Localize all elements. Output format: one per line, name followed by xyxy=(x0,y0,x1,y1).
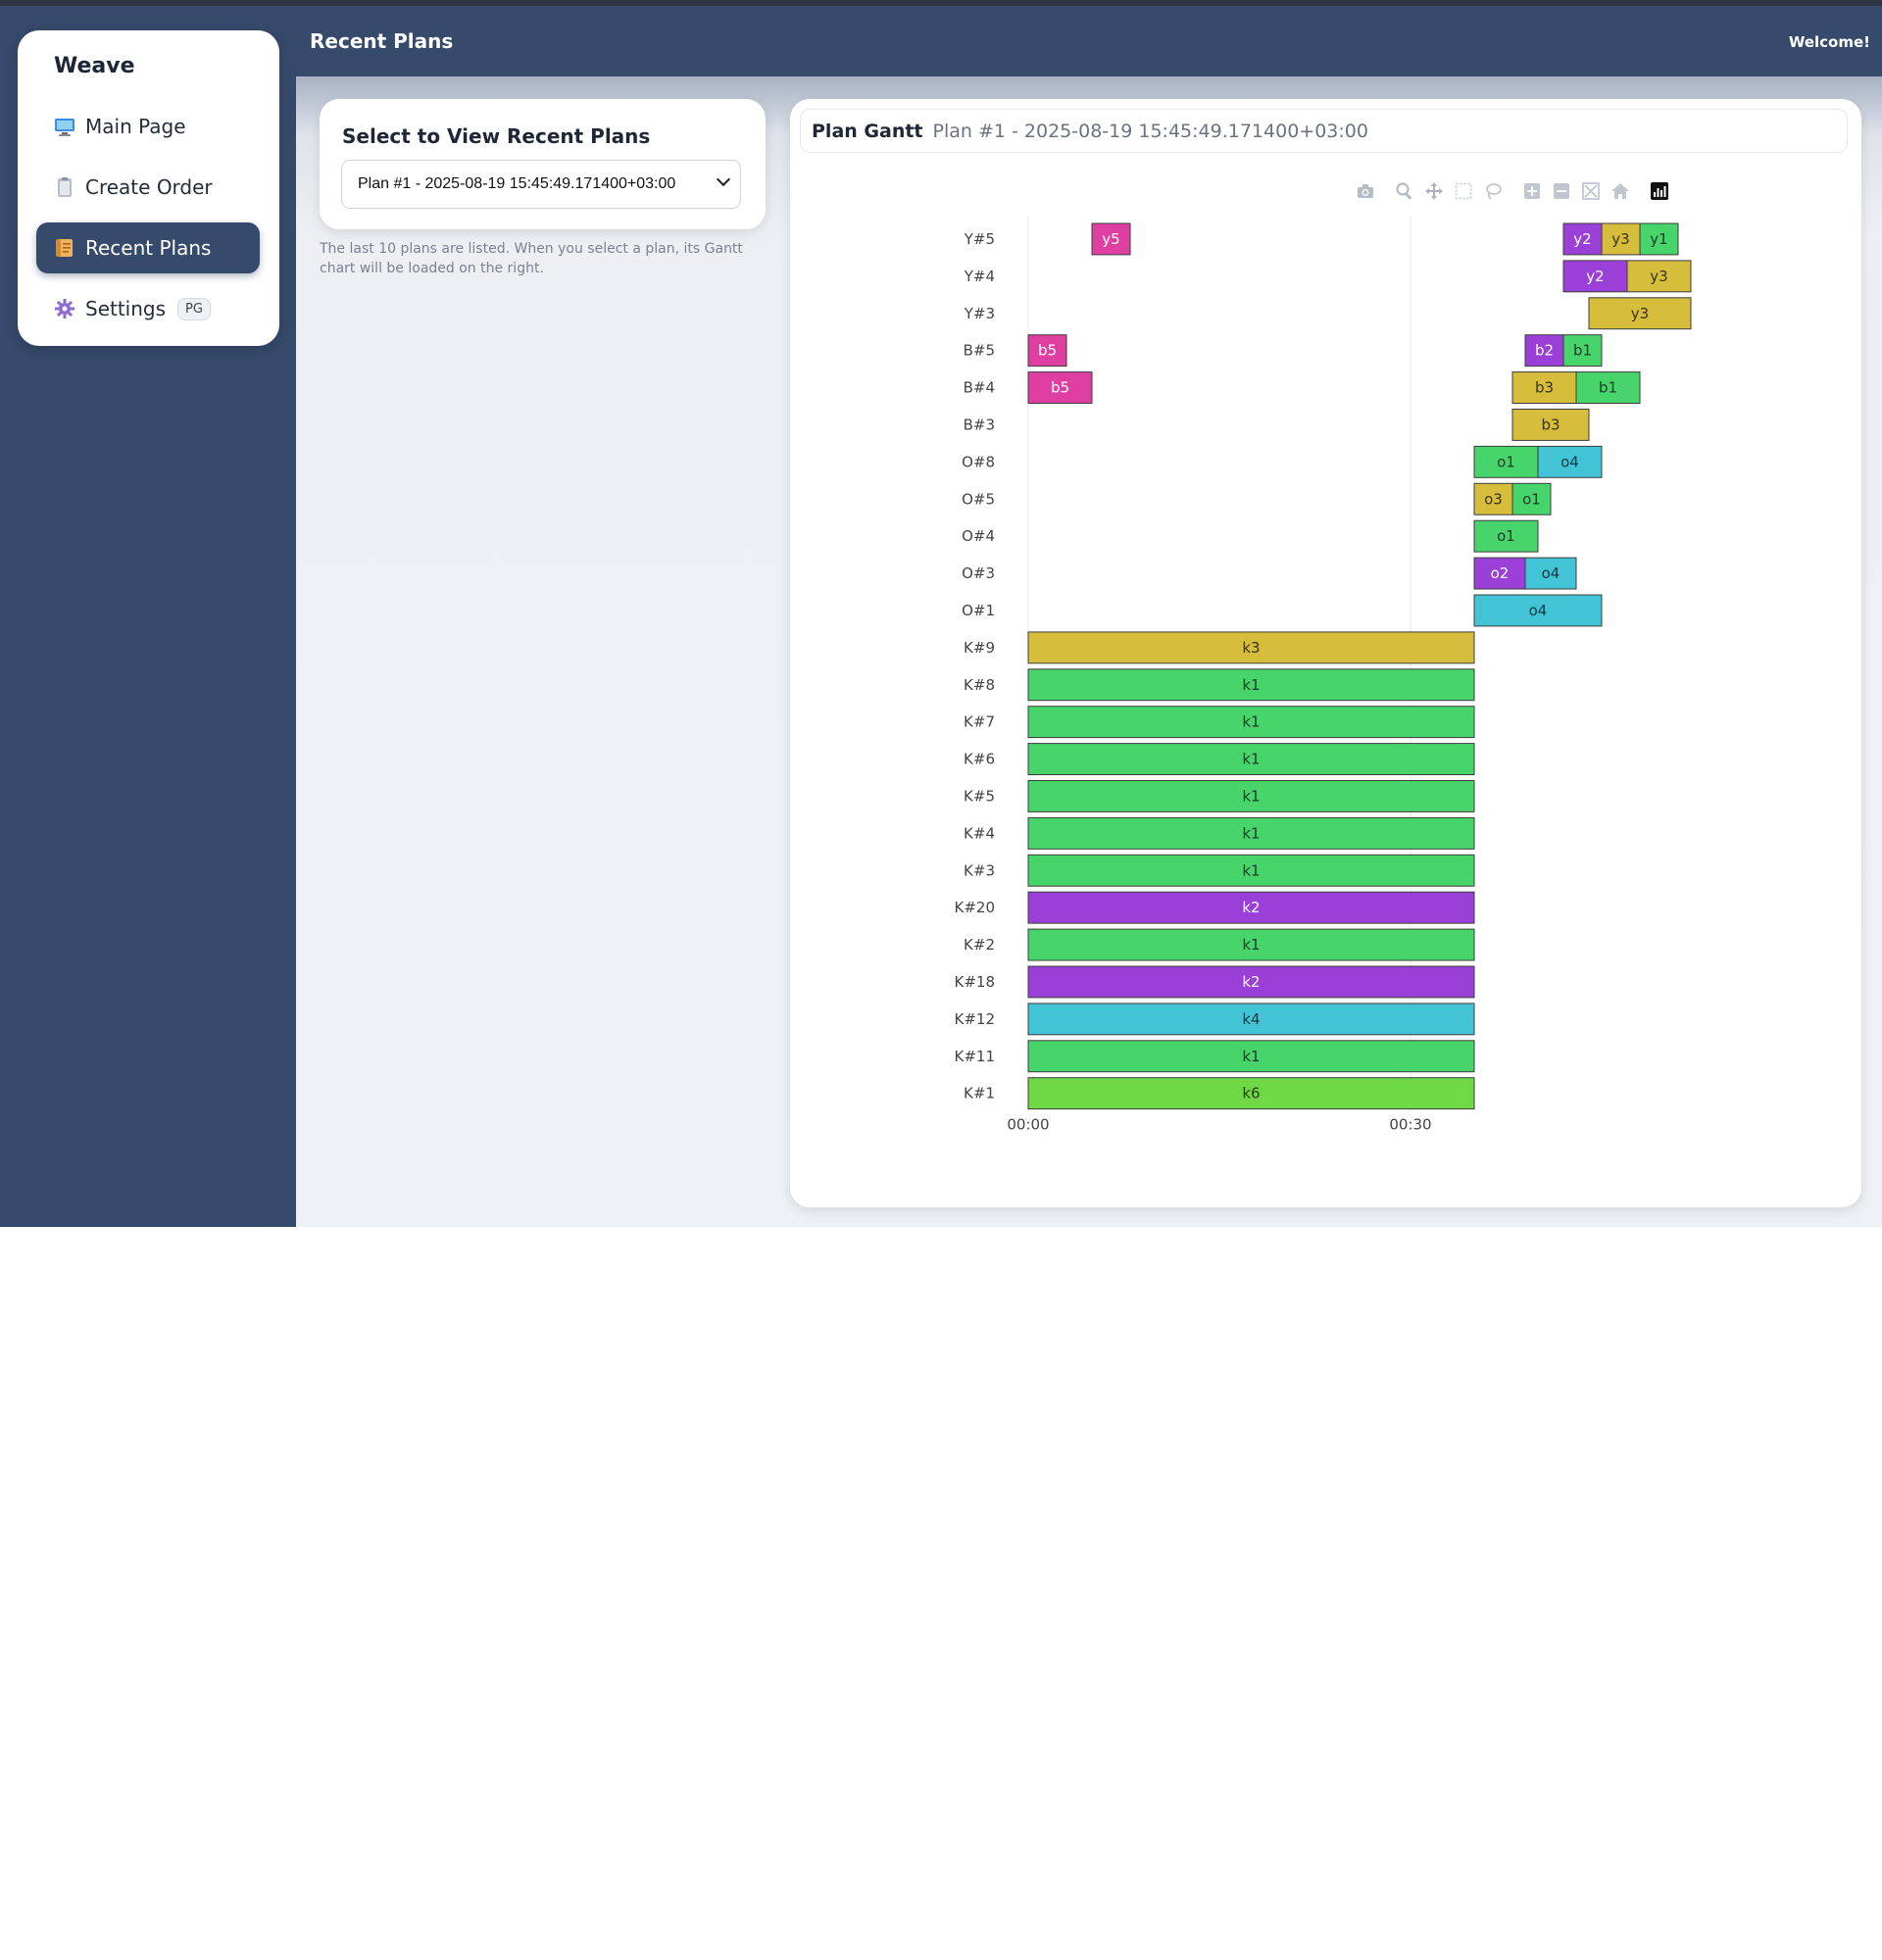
help-text: The last 10 plans are listed. When you s… xyxy=(320,241,743,276)
gantt-bar-label: y3 xyxy=(1611,230,1629,248)
sidebar-item-label: Recent Plans xyxy=(85,236,212,260)
y-tick-label: Y#5 xyxy=(964,230,995,248)
y-tick-label: K#3 xyxy=(964,861,995,879)
gear-icon xyxy=(54,298,75,319)
gantt-bar-label: o4 xyxy=(1560,453,1579,470)
gantt-bar-label: o4 xyxy=(1529,602,1548,619)
chevron-down-icon xyxy=(716,172,731,187)
clipboard-icon xyxy=(54,176,75,198)
gantt-bar-label: o1 xyxy=(1497,453,1515,470)
settings-badge: PG xyxy=(177,297,211,320)
gantt-bar-label: o2 xyxy=(1491,564,1510,582)
gantt-bar-label: b5 xyxy=(1038,342,1057,360)
sidebar: Weave Main Page Create Order Recent Plan… xyxy=(0,6,296,1227)
y-tick-label: Y#4 xyxy=(964,268,995,285)
gantt-chart[interactable]: Y#5 Y#4 Y#3 B#5 B#4 B#3 O#8 O#5 O#4 O#3 O#1 K#9 K#8 K… xyxy=(790,99,1861,1207)
gantt-bar-label: b5 xyxy=(1051,379,1069,397)
gantt-bar-label: y1 xyxy=(1650,230,1667,248)
page-header: Recent Plans Welcome! xyxy=(296,6,1882,76)
y-tick-label: K#18 xyxy=(955,973,996,991)
welcome-text: Welcome! xyxy=(1788,33,1870,51)
sidebar-item-settings[interactable]: Settings PG xyxy=(36,283,260,334)
x-tick-label: 00:30 xyxy=(1389,1116,1431,1134)
nav-card: Weave Main Page Create Order Recent Plan… xyxy=(18,30,279,346)
page-title: Recent Plans xyxy=(310,29,454,53)
gantt-bar-label: y3 xyxy=(1631,305,1649,322)
y-tick-label: K#12 xyxy=(955,1010,996,1028)
gantt-bar-label: k2 xyxy=(1242,899,1260,916)
y-tick-label: K#8 xyxy=(964,676,995,694)
y-tick-label: K#11 xyxy=(955,1048,996,1065)
gantt-bar-label: k1 xyxy=(1242,824,1260,842)
gantt-bar-label: y2 xyxy=(1573,230,1591,248)
gantt-bar-label: k2 xyxy=(1242,973,1260,991)
gantt-bar-label: b3 xyxy=(1541,416,1560,433)
gantt-bar-label: k1 xyxy=(1242,676,1260,694)
gantt-bar-label: b2 xyxy=(1535,342,1554,360)
gantt-bar-label: y3 xyxy=(1650,268,1667,285)
y-tick-label: K#4 xyxy=(964,824,995,842)
y-tick-label: B#3 xyxy=(964,416,995,433)
y-tick-label: O#3 xyxy=(962,564,995,582)
sidebar-item-recent-plans[interactable]: Recent Plans xyxy=(36,222,260,273)
gantt-bar-label: o3 xyxy=(1484,490,1503,508)
gantt-bar-label: o1 xyxy=(1497,527,1515,545)
y-tick-label: K#2 xyxy=(964,936,995,954)
gantt-bar-label: b1 xyxy=(1573,342,1592,360)
gantt-bar-label: k1 xyxy=(1242,936,1260,954)
x-tick-label: 00:00 xyxy=(1007,1116,1049,1134)
gantt-bar-label: k3 xyxy=(1242,639,1260,657)
gantt-bar-label: k1 xyxy=(1242,787,1260,805)
gantt-bar-label: b3 xyxy=(1535,379,1554,397)
y-tick-label: O#8 xyxy=(962,453,995,470)
y-tick-label: K#9 xyxy=(964,639,995,657)
gantt-bar-label: k1 xyxy=(1242,751,1260,768)
y-tick-label: K#1 xyxy=(964,1085,995,1102)
plan-select-card: Select to View Recent Plans Plan #1 - 20… xyxy=(320,99,766,229)
y-tick-label: O#4 xyxy=(962,527,995,545)
sidebar-item-label: Create Order xyxy=(85,175,213,199)
brand-title: Weave xyxy=(54,54,135,78)
plan-select-dropdown[interactable]: Plan #1 - 2025-08-19 15:45:49.171400+03:… xyxy=(341,160,741,209)
sidebar-item-label: Settings xyxy=(85,297,167,320)
gantt-bar-label: k4 xyxy=(1242,1010,1260,1028)
gantt-bar-label: y5 xyxy=(1102,230,1119,248)
gantt-bar-label: k6 xyxy=(1242,1085,1260,1102)
sidebar-item-main-page[interactable]: Main Page xyxy=(36,101,260,152)
y-tick-label: K#5 xyxy=(964,787,995,805)
y-tick-label: O#5 xyxy=(962,490,995,508)
y-tick-label: Y#3 xyxy=(964,305,995,322)
y-tick-label: K#20 xyxy=(955,899,996,916)
plan-select-value: Plan #1 - 2025-08-19 15:45:49.171400+03:… xyxy=(358,175,676,192)
gantt-bar-label: k1 xyxy=(1242,861,1260,879)
y-tick-label: O#1 xyxy=(962,602,995,619)
y-tick-label: K#7 xyxy=(964,713,995,731)
y-tick-label: K#6 xyxy=(964,751,995,768)
sidebar-item-label: Main Page xyxy=(85,115,186,138)
gantt-bar-label: b1 xyxy=(1599,379,1617,397)
gantt-bar-label: o1 xyxy=(1522,490,1541,508)
gantt-bar-label: k1 xyxy=(1242,1048,1260,1065)
select-card-title: Select to View Recent Plans xyxy=(342,124,651,148)
sidebar-item-create-order[interactable]: Create Order xyxy=(36,162,260,213)
gantt-card: Plan Gantt Plan #1 - 2025-08-19 15:45:49… xyxy=(790,99,1861,1207)
monitor-icon xyxy=(54,116,75,137)
scroll-icon xyxy=(54,237,75,259)
gantt-bar-label: k1 xyxy=(1242,713,1260,731)
y-tick-label: B#5 xyxy=(964,342,995,360)
y-tick-label: B#4 xyxy=(964,379,995,397)
gantt-bar-label: o4 xyxy=(1542,564,1560,582)
gantt-bar-label: y2 xyxy=(1586,268,1604,285)
